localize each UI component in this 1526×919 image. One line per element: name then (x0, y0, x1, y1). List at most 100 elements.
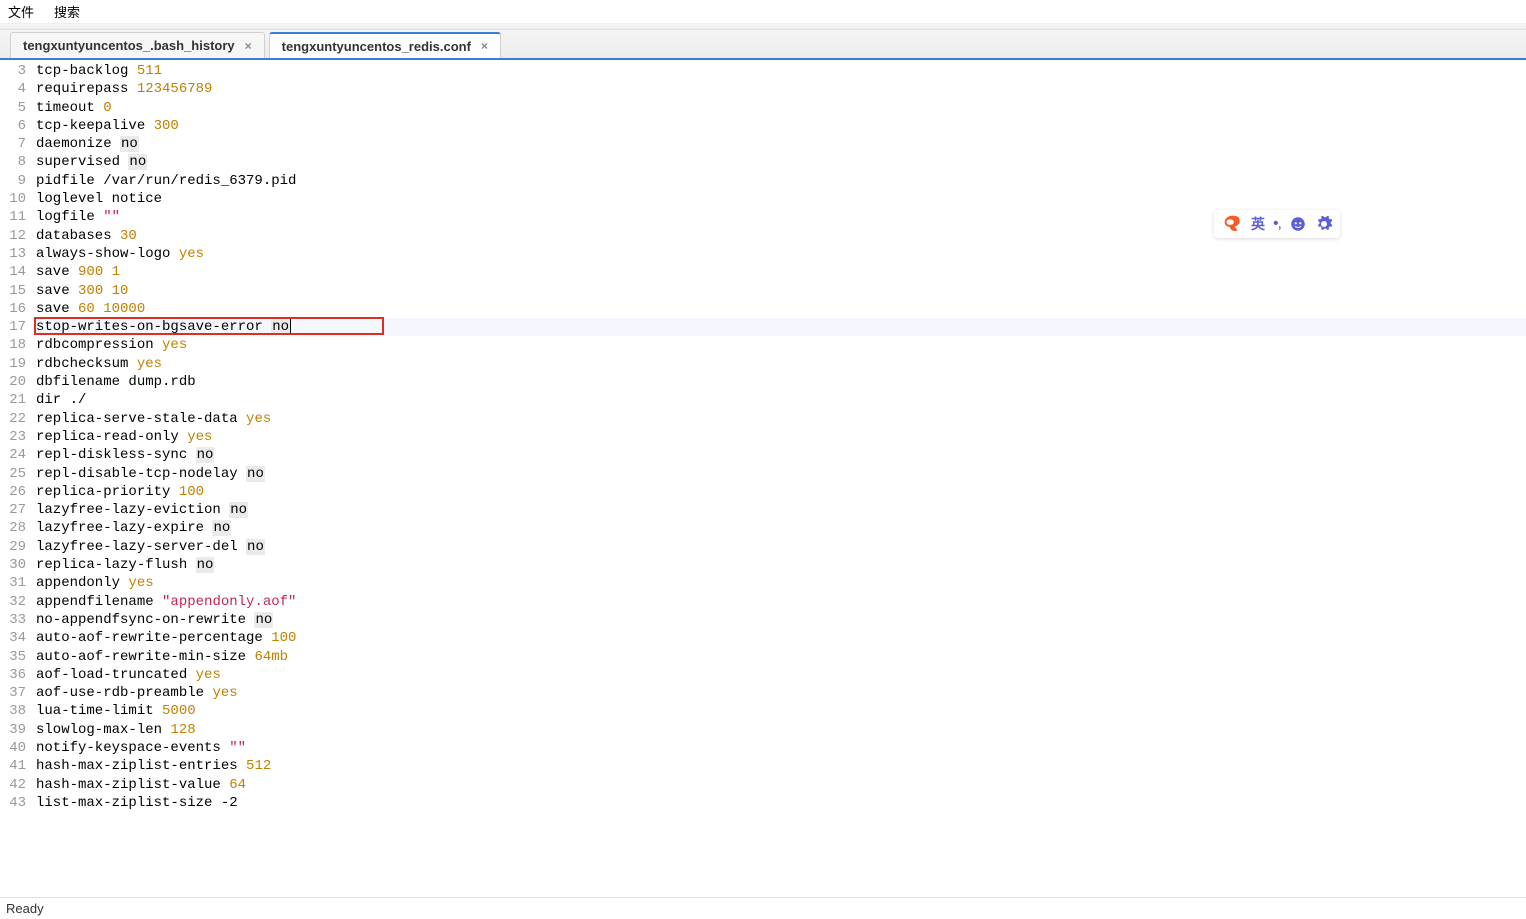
line-number: 12 (0, 227, 26, 245)
code-line[interactable]: requirepass 123456789 (36, 80, 1526, 98)
line-number: 14 (0, 263, 26, 281)
code-line[interactable]: daemonize no (36, 135, 1526, 153)
code-line[interactable]: hash-max-ziplist-value 64 (36, 776, 1526, 794)
code-line[interactable]: aof-load-truncated yes (36, 666, 1526, 684)
close-icon[interactable]: × (481, 39, 488, 53)
line-number: 17 (0, 318, 26, 336)
line-number: 11 (0, 208, 26, 226)
code-line[interactable]: lua-time-limit 5000 (36, 702, 1526, 720)
code-line[interactable]: no-appendfsync-on-rewrite no (36, 611, 1526, 629)
line-number: 32 (0, 593, 26, 611)
code-line[interactable]: save 60 10000 (36, 300, 1526, 318)
ime-settings-icon[interactable] (1315, 215, 1333, 233)
line-number: 18 (0, 336, 26, 354)
code-line[interactable]: notify-keyspace-events "" (36, 739, 1526, 757)
ime-toolbar[interactable]: 英 •, (1214, 210, 1340, 238)
code-line[interactable]: hash-max-ziplist-entries 512 (36, 757, 1526, 775)
status-text: Ready (6, 901, 44, 916)
line-number: 8 (0, 153, 26, 171)
line-number: 40 (0, 739, 26, 757)
tab-redis-conf[interactable]: tengxuntyuncentos_redis.conf × (269, 32, 501, 58)
code-line[interactable]: pidfile /var/run/redis_6379.pid (36, 172, 1526, 190)
tab-label: tengxuntyuncentos_.bash_history (23, 38, 235, 53)
line-number: 38 (0, 702, 26, 720)
code-line[interactable]: slowlog-max-len 128 (36, 721, 1526, 739)
line-number: 7 (0, 135, 26, 153)
code-line[interactable]: rdbchecksum yes (36, 355, 1526, 373)
code-line[interactable]: appendfilename "appendonly.aof" (36, 593, 1526, 611)
tab-bash-history[interactable]: tengxuntyuncentos_.bash_history × (10, 32, 265, 58)
status-bar: Ready (0, 897, 1526, 919)
sogou-logo-icon (1221, 213, 1243, 235)
code-line[interactable]: supervised no (36, 153, 1526, 171)
code-line[interactable]: loglevel notice (36, 190, 1526, 208)
line-number: 15 (0, 282, 26, 300)
line-number: 23 (0, 428, 26, 446)
line-number: 24 (0, 446, 26, 464)
line-number: 6 (0, 117, 26, 135)
line-number: 16 (0, 300, 26, 318)
line-number: 30 (0, 556, 26, 574)
code-line[interactable]: save 300 10 (36, 282, 1526, 300)
line-number: 33 (0, 611, 26, 629)
line-number: 22 (0, 410, 26, 428)
line-number: 10 (0, 190, 26, 208)
code-line[interactable]: appendonly yes (36, 574, 1526, 592)
code-line[interactable]: lazyfree-lazy-eviction no (36, 501, 1526, 519)
line-number: 20 (0, 373, 26, 391)
line-number: 13 (0, 245, 26, 263)
code-line[interactable]: repl-diskless-sync no (36, 446, 1526, 464)
code-line[interactable]: tcp-backlog 511 (36, 62, 1526, 80)
close-icon[interactable]: × (245, 39, 252, 53)
code-line[interactable]: replica-serve-stale-data yes (36, 410, 1526, 428)
line-number: 25 (0, 465, 26, 483)
line-number: 3 (0, 62, 26, 80)
code-line[interactable]: stop-writes-on-bgsave-error no (36, 318, 1526, 336)
code-line[interactable]: auto-aof-rewrite-min-size 64mb (36, 648, 1526, 666)
line-number: 34 (0, 629, 26, 647)
code-line[interactable]: lazyfree-lazy-expire no (36, 519, 1526, 537)
menu-file[interactable]: 文件 (8, 2, 34, 21)
code-line[interactable]: dbfilename dump.rdb (36, 373, 1526, 391)
line-number: 4 (0, 80, 26, 98)
line-number: 42 (0, 776, 26, 794)
ime-language-label[interactable]: 英 (1251, 214, 1265, 234)
code-line[interactable]: replica-read-only yes (36, 428, 1526, 446)
text-cursor (290, 319, 291, 334)
code-line[interactable]: aof-use-rdb-preamble yes (36, 684, 1526, 702)
ime-punctuation-icon[interactable]: •, (1273, 215, 1281, 233)
line-number-gutter: 3456789101112131415161718192021222324252… (0, 60, 32, 812)
line-number: 27 (0, 501, 26, 519)
code-line[interactable]: replica-lazy-flush no (36, 556, 1526, 574)
tab-label: tengxuntyuncentos_redis.conf (282, 39, 471, 54)
line-number: 37 (0, 684, 26, 702)
line-number: 26 (0, 483, 26, 501)
code-line[interactable]: lazyfree-lazy-server-del no (36, 538, 1526, 556)
line-number: 5 (0, 99, 26, 117)
code-line[interactable]: timeout 0 (36, 99, 1526, 117)
code-content[interactable]: tcp-backlog 511requirepass 123456789time… (36, 62, 1526, 812)
code-line[interactable]: dir ./ (36, 391, 1526, 409)
line-number: 39 (0, 721, 26, 739)
line-number: 9 (0, 172, 26, 190)
line-number: 36 (0, 666, 26, 684)
line-number: 35 (0, 648, 26, 666)
code-line[interactable]: tcp-keepalive 300 (36, 117, 1526, 135)
code-line[interactable]: list-max-ziplist-size -2 (36, 794, 1526, 812)
menu-bar: 文件 搜索 (0, 0, 1526, 24)
menu-search[interactable]: 搜索 (54, 2, 80, 21)
line-number: 28 (0, 519, 26, 537)
code-editor[interactable]: 3456789101112131415161718192021222324252… (0, 60, 1526, 814)
line-number: 31 (0, 574, 26, 592)
code-line[interactable]: replica-priority 100 (36, 483, 1526, 501)
code-line[interactable]: rdbcompression yes (36, 336, 1526, 354)
line-number: 19 (0, 355, 26, 373)
code-line[interactable]: save 900 1 (36, 263, 1526, 281)
tab-bar: tengxuntyuncentos_.bash_history × tengxu… (0, 30, 1526, 60)
line-number: 29 (0, 538, 26, 556)
line-number: 41 (0, 757, 26, 775)
code-line[interactable]: repl-disable-tcp-nodelay no (36, 465, 1526, 483)
code-line[interactable]: auto-aof-rewrite-percentage 100 (36, 629, 1526, 647)
ime-bot-icon[interactable] (1289, 215, 1307, 233)
code-line[interactable]: always-show-logo yes (36, 245, 1526, 263)
